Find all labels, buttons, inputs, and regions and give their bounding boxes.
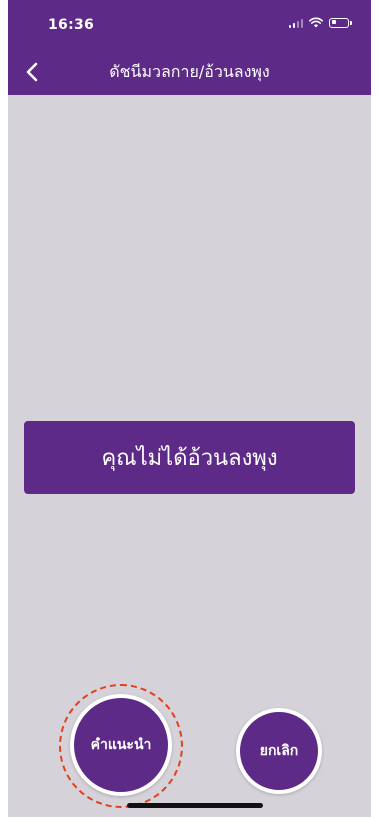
wifi-icon	[309, 17, 323, 28]
app-header: 16:36 ดัชนีมวลกาย/อ้วนลงพุง	[8, 0, 371, 95]
home-indicator	[127, 803, 263, 808]
cancel-button-label: ยกเลิก	[259, 743, 299, 759]
result-banner: คุณไม่ได้อ้วนลงพุง	[24, 421, 355, 494]
battery-icon	[329, 17, 352, 28]
chevron-left-icon	[26, 62, 38, 82]
page-title: ดัชนีมวลกาย/อ้วนลงพุง	[109, 62, 270, 81]
signal-icon	[288, 18, 303, 28]
result-text: คุณไม่ได้อ้วนลงพุง	[101, 446, 278, 471]
status-icons	[288, 17, 352, 28]
back-button[interactable]	[8, 56, 56, 88]
advice-button-label: คำแนะนำ	[90, 737, 152, 753]
status-time: 16:36	[48, 17, 95, 33]
app-screen: 16:36 ดัชนีมวลกาย/อ้วนลงพุง คุณไม่ได้อ้ว…	[8, 0, 371, 817]
cancel-button[interactable]: ยกเลิก	[236, 708, 322, 794]
advice-button[interactable]: คำแนะนำ	[70, 694, 172, 796]
